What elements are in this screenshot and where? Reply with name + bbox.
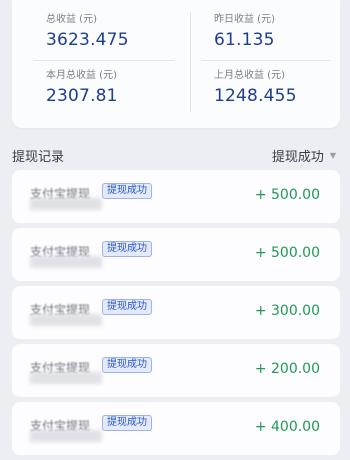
status-badge: 提现成功 bbox=[102, 357, 152, 373]
list-item[interactable]: 支付宝提现 提现成功 + 500.00 bbox=[12, 170, 340, 223]
month-earnings-label: 本月总收益 (元) bbox=[46, 70, 117, 81]
status-badge: 提现成功 bbox=[102, 415, 152, 431]
redacted-info bbox=[30, 430, 102, 442]
withdrawal-amount: + 500.00 bbox=[254, 245, 320, 261]
withdrawal-amount: + 300.00 bbox=[254, 303, 320, 319]
yesterday-earnings-value: 61.135 bbox=[214, 30, 275, 50]
total-earnings: 总收益 (元) 3623.475 bbox=[46, 14, 129, 51]
last-month-earnings-value: 1248.455 bbox=[214, 86, 297, 106]
month-earnings-value: 2307.81 bbox=[46, 86, 118, 106]
withdrawal-amount: + 400.00 bbox=[254, 419, 320, 435]
earnings-summary-card: 总收益 (元) 3623.475 昨日收益 (元) 61.135 本月总收益 (… bbox=[12, 0, 340, 128]
divider bbox=[202, 60, 330, 61]
withdrawal-amount: + 500.00 bbox=[254, 187, 320, 203]
list-item[interactable]: 支付宝提现 提现成功 + 300.00 bbox=[12, 286, 340, 339]
total-earnings-label: 总收益 (元) bbox=[46, 14, 97, 25]
withdrawal-list: 支付宝提现 提现成功 + 500.00 支付宝提现 提现成功 + 500.00 … bbox=[12, 170, 340, 460]
status-badge: 提现成功 bbox=[102, 183, 152, 199]
status-filter-dropdown[interactable]: 提现成功 ▼ bbox=[272, 146, 336, 165]
status-badge: 提现成功 bbox=[102, 241, 152, 257]
yesterday-earnings: 昨日收益 (元) 61.135 bbox=[214, 14, 275, 51]
withdrawal-records-title: 提现记录 bbox=[12, 150, 65, 165]
yesterday-earnings-label: 昨日收益 (元) bbox=[214, 14, 275, 25]
redacted-info bbox=[30, 256, 102, 268]
divider bbox=[190, 12, 191, 112]
withdrawal-amount: + 200.00 bbox=[254, 361, 320, 377]
list-item[interactable]: 支付宝提现 提现成功 + 400.00 bbox=[12, 402, 340, 455]
redacted-info bbox=[30, 198, 102, 210]
caret-down-icon: ▼ bbox=[329, 151, 336, 160]
status-filter-label: 提现成功 bbox=[271, 150, 324, 165]
list-item[interactable]: 支付宝提现 提现成功 + 200.00 bbox=[12, 344, 340, 397]
list-item[interactable]: 支付宝提现 提现成功 + 500.00 bbox=[12, 228, 340, 281]
status-badge: 提现成功 bbox=[102, 299, 152, 315]
last-month-earnings-label: 上月总收益 (元) bbox=[214, 70, 285, 81]
month-earnings: 本月总收益 (元) 2307.81 bbox=[46, 70, 118, 107]
total-earnings-value: 3623.475 bbox=[46, 30, 129, 50]
divider bbox=[34, 60, 174, 61]
redacted-info bbox=[30, 314, 102, 326]
last-month-earnings: 上月总收益 (元) 1248.455 bbox=[214, 70, 297, 107]
redacted-info bbox=[30, 372, 102, 384]
